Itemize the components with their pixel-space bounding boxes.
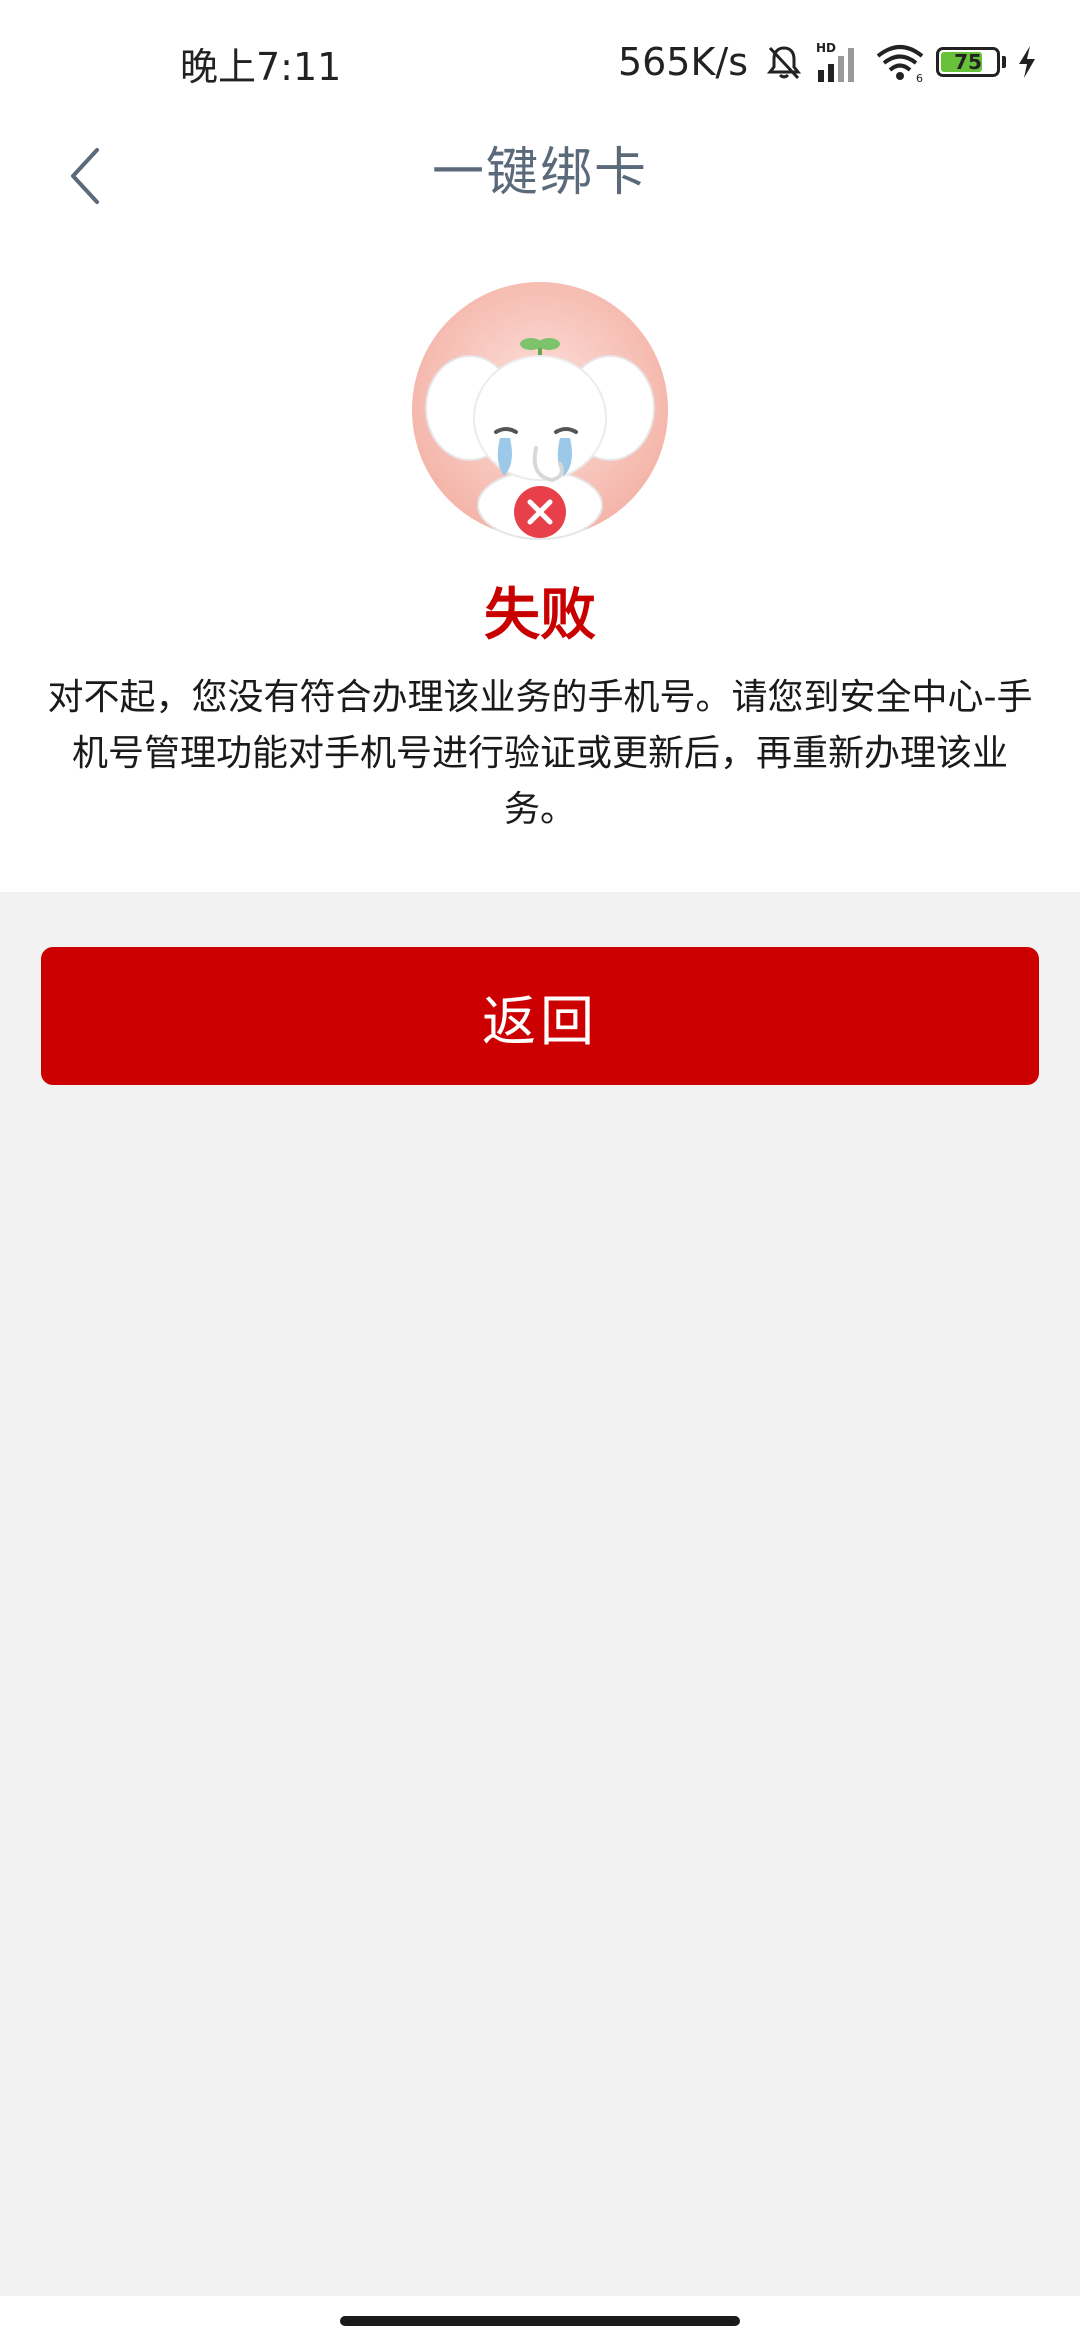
result-title: 失败	[484, 583, 596, 648]
mute-icon	[764, 42, 804, 82]
svg-text:6: 6	[916, 72, 923, 82]
result-card: 失败 对不起，您没有符合办理该业务的手机号。请您到安全中心-手机号管理功能对手机…	[0, 280, 1080, 892]
charging-icon	[1016, 44, 1038, 80]
result-message: 对不起，您没有符合办理该业务的手机号。请您到安全中心-手机号管理功能对手机号进行…	[47, 677, 1033, 830]
x-circle-icon	[514, 486, 566, 538]
status-icons: 565K/s HD 6 75	[618, 32, 1038, 92]
return-button[interactable]: 返回	[41, 947, 1039, 1085]
gesture-bar	[0, 2296, 1080, 2340]
crying-elephant-mascot-icon	[410, 280, 670, 550]
battery-cap	[1002, 56, 1006, 68]
battery-icon: 75	[936, 47, 1000, 77]
status-time: 晚上7:11	[180, 45, 342, 89]
network-speed: 565K/s	[617, 40, 748, 84]
nav-header: 一键绑卡	[0, 120, 1080, 280]
wifi-icon: 6	[874, 42, 926, 82]
status-bar: 晚上7:11 565K/s HD 6 75	[0, 0, 1080, 120]
home-indicator[interactable]	[340, 2316, 740, 2326]
signal-icon: HD	[814, 40, 864, 84]
page-title: 一键绑卡	[431, 143, 648, 203]
network-type-label: HD	[816, 41, 836, 55]
screen: 晚上7:11 565K/s HD 6 75 一键绑卡 失败 对不起，您没有符合办…	[0, 0, 1080, 2340]
battery-level: 75	[954, 50, 982, 74]
